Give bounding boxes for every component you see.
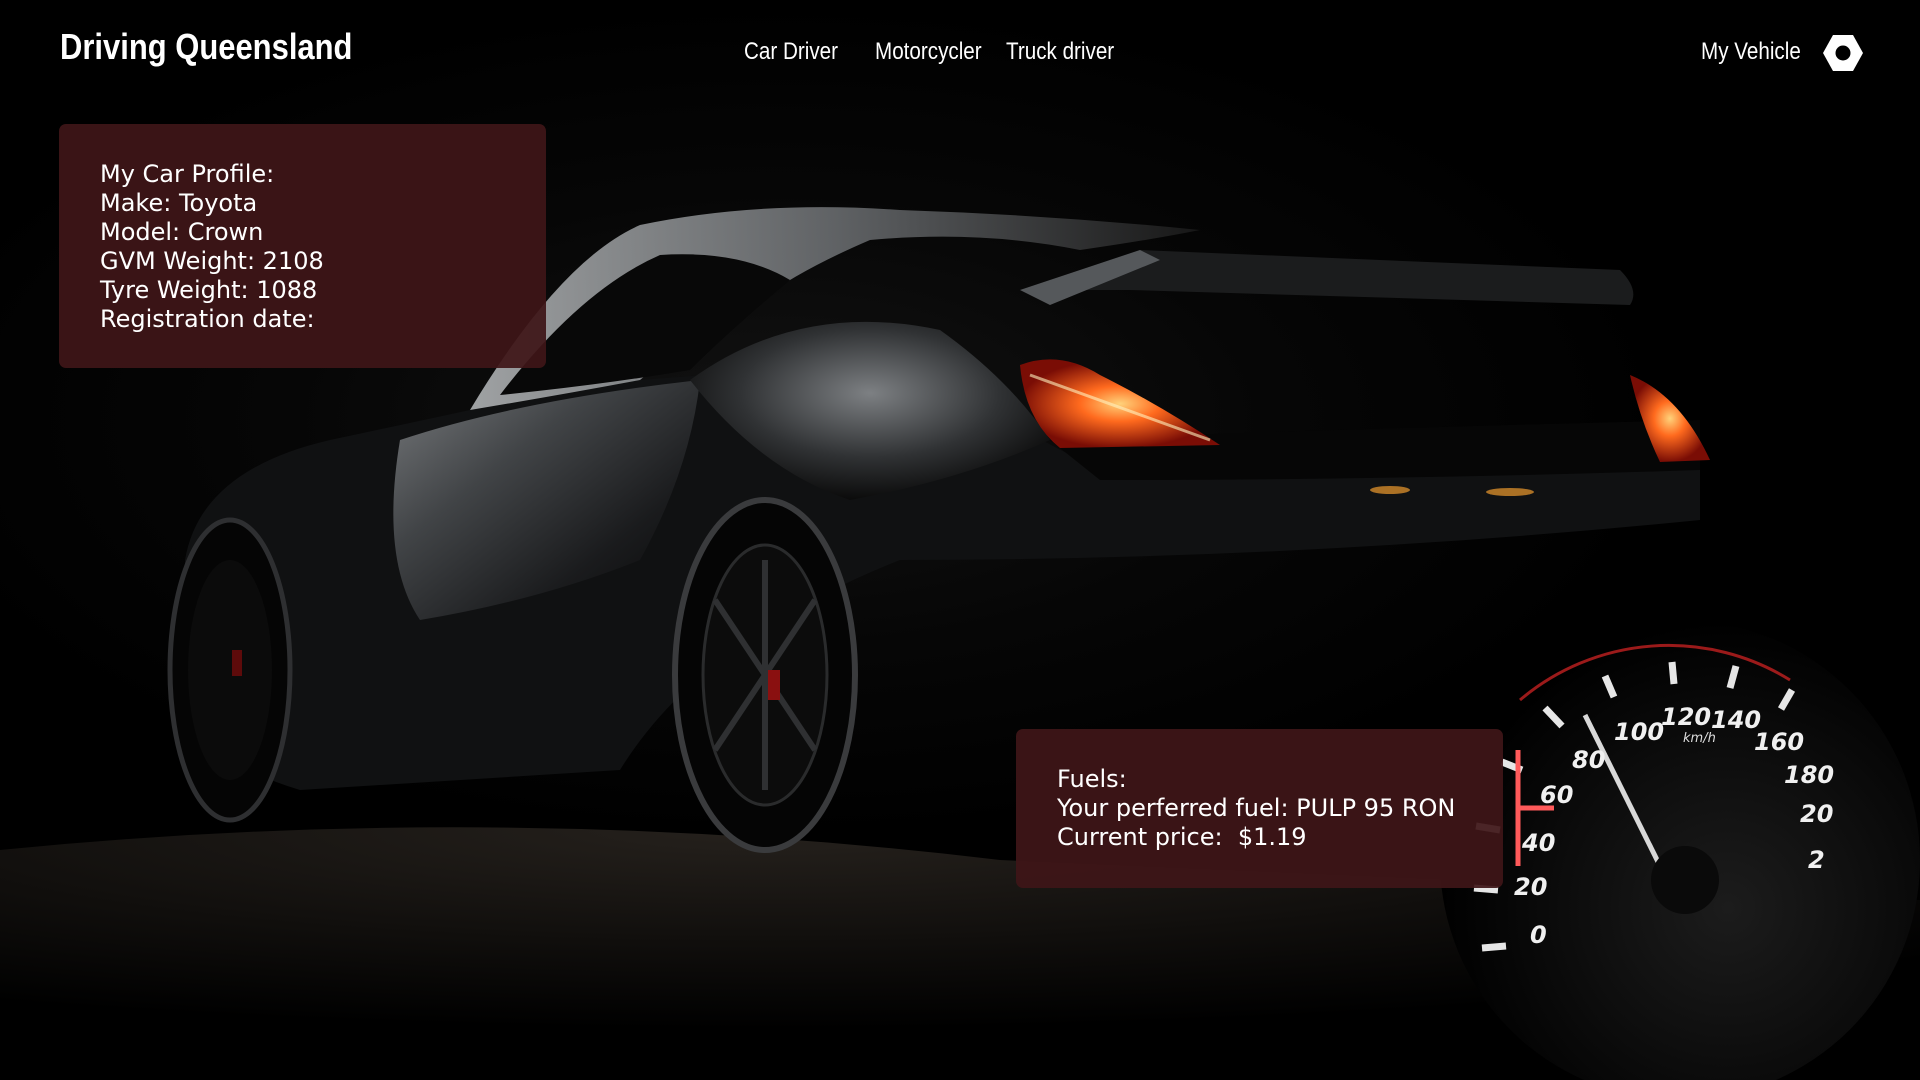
tyre-weight: Tyre Weight: 1088 — [100, 276, 318, 304]
gvm-weight: GVM Weight: 2108 — [100, 247, 324, 275]
svg-text:40: 40 — [1521, 829, 1555, 857]
settings-button[interactable] — [1822, 33, 1864, 73]
svg-text:100: 100 — [1614, 718, 1664, 746]
svg-text:2: 2 — [1808, 846, 1825, 874]
svg-text:20: 20 — [1514, 873, 1547, 901]
car-profile-card: My Car Profile: Make: Toyota Model: Crow… — [59, 124, 546, 368]
gear-icon — [1823, 35, 1863, 71]
svg-text:20: 20 — [1800, 800, 1833, 828]
svg-text:km/h: km/h — [1683, 731, 1716, 746]
app-screen: 0 20 40 60 80 100 120 140 160 180 20 2 k… — [0, 0, 1920, 1080]
speedometer-graphic: 0 20 40 60 80 100 120 140 160 180 20 2 k… — [1440, 620, 1920, 1080]
fuel-card: Fuels: Your perferred fuel: PULP 95 RON … — [1016, 729, 1503, 888]
svg-text:160: 160 — [1754, 728, 1804, 756]
site-brand-logo[interactable]: Driving Queensland — [60, 26, 352, 68]
car-model: Model: Crown — [100, 218, 264, 246]
current-fuel-price: Current price: $1.19 — [1057, 823, 1307, 851]
svg-text:180: 180 — [1784, 761, 1834, 789]
svg-text:120: 120 — [1661, 703, 1711, 731]
nav-car-driver[interactable]: Car Driver — [744, 38, 838, 66]
nav-truck-driver[interactable]: Truck driver — [1006, 38, 1114, 66]
preferred-fuel: Your perferred fuel: PULP 95 RON — [1057, 794, 1456, 822]
svg-text:0: 0 — [1530, 921, 1547, 949]
nav-motorcycler[interactable]: Motorcycler — [875, 38, 982, 66]
nav-my-vehicle[interactable]: My Vehicle — [1701, 38, 1801, 66]
svg-text:80: 80 — [1572, 746, 1605, 774]
registration-date: Registration date: — [100, 305, 315, 333]
svg-text:60: 60 — [1540, 781, 1573, 809]
car-profile-title: My Car Profile: — [100, 160, 275, 188]
fuel-title: Fuels: — [1057, 765, 1127, 793]
car-make: Make: Toyota — [100, 189, 258, 217]
